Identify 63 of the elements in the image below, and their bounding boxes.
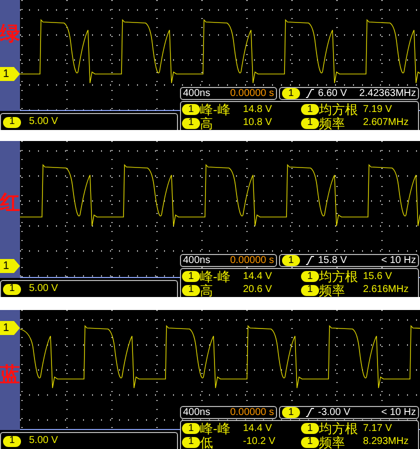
measurement-label: 均方根 (319, 422, 359, 435)
trigger-position: 0.00000 s (230, 408, 274, 418)
measurement-label: 高 (200, 116, 214, 130)
rising-edge-icon (306, 408, 314, 417)
measurement-value: -10.2 V (243, 437, 276, 447)
measurement-value: 14.4 V (243, 272, 272, 282)
channel-badge: 1 (182, 118, 200, 128)
timebase-value: 400ns (183, 408, 210, 418)
measurement-value: 15.6 V (363, 272, 392, 282)
measurement-value: 2.616MHz (363, 285, 409, 295)
measurement-value: 10.8 V (243, 118, 272, 128)
scale-value: 5.00 V (29, 284, 58, 294)
measurement-value: 7.17 V (363, 424, 392, 434)
measurement-label: 峰-峰 (200, 270, 232, 283)
channel-badge: 1 (3, 284, 21, 294)
measurement-value: 2.607MHz (363, 118, 409, 128)
measurement-value: 14.4 V (243, 424, 272, 434)
timebase-value: 400ns (183, 256, 210, 266)
trigger-level: 6.60 V (318, 88, 347, 98)
trigger-position: 0.00000 s (230, 256, 274, 266)
channel-badge: 1 (301, 118, 319, 128)
channel-badge: 1 (182, 436, 200, 448)
channel-badge: 1 (301, 423, 319, 434)
channel-badge: 1 (182, 271, 200, 282)
measurement-label: 频率 (319, 116, 346, 130)
channel-color-label: 蓝 (0, 365, 21, 385)
trigger-frequency: < 10 Hz (381, 408, 416, 418)
measurement-label: 峰-峰 (200, 103, 232, 116)
measurement-label: 均方根 (319, 270, 359, 283)
trigger-frequency: < 10 Hz (381, 256, 416, 266)
channel-badge: 1 (282, 407, 300, 418)
channel-badge: 1 (3, 436, 21, 446)
channel-color-label: 绿 (0, 24, 21, 44)
channel-badge: 1 (301, 436, 319, 448)
channel-badge: 1 (182, 423, 200, 434)
trigger-level: 15.8 V (318, 256, 347, 266)
channel-badge: 1 (282, 88, 300, 99)
measurement-value: 8.293MHz (363, 437, 409, 447)
trigger-position: 0.00000 s (230, 88, 274, 98)
channel-color-label: 红 (0, 193, 21, 213)
measurement-label: 频率 (319, 436, 346, 448)
measurement-value: 14.8 V (243, 104, 272, 114)
channel-badge: 1 (301, 284, 319, 296)
channel-badge: 1 (182, 284, 200, 296)
measurement-value: 20.6 V (243, 285, 272, 295)
channel-badge: 1 (301, 271, 319, 282)
measurement-label: 频率 (319, 284, 346, 296)
measurement-label: 高 (200, 284, 214, 296)
rising-edge-icon (306, 89, 314, 98)
channel-badge: 1 (282, 255, 300, 266)
channel-badge: 1 (182, 104, 200, 115)
measurement-label: 均方根 (319, 103, 359, 116)
measurement-value: 7.19 V (363, 104, 392, 114)
timebase-value: 400ns (183, 88, 210, 98)
channel-badge: 1 (301, 104, 319, 115)
channel-badge: 1 (3, 116, 21, 128)
measurement-label: 低 (200, 436, 214, 448)
scale-value: 5.00 V (29, 117, 58, 127)
scale-value: 5.00 V (29, 436, 58, 446)
rising-edge-icon (306, 256, 314, 265)
trigger-level: -3.00 V (318, 408, 350, 418)
trigger-frequency: 2.42363MHz (359, 88, 416, 98)
measurement-label: 峰-峰 (200, 422, 232, 435)
